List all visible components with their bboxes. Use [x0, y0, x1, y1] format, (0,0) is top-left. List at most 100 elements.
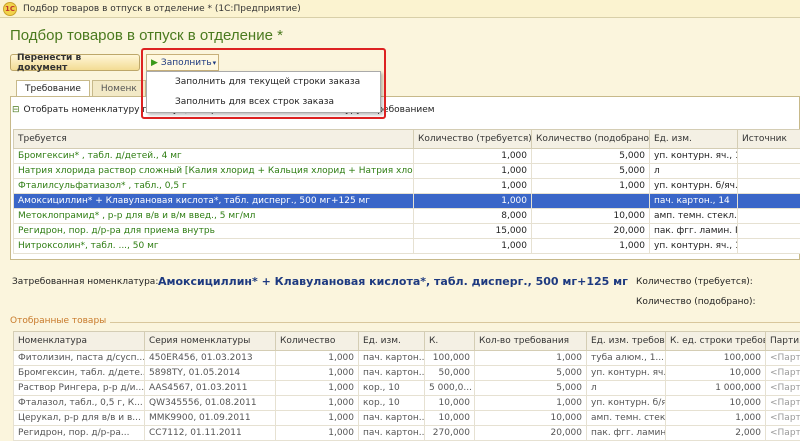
table-cell: л: [649, 163, 738, 179]
table-cell: [737, 238, 800, 254]
table-cell: Бромгексин* , табл. д/детей., 4 мг: [13, 148, 414, 164]
table-row[interactable]: Церукал, р-р для в/в и в... MMK9900, 01.0…: [13, 410, 800, 426]
table-cell: уп. контурн. яч., 10: [649, 238, 738, 254]
table-cell: 1,000: [275, 365, 359, 381]
table-cell: амп. темн. стекл., ...: [649, 208, 738, 224]
transfer-to-document-button[interactable]: Перенести в документ: [10, 53, 140, 73]
table-cell: 1,000: [413, 163, 532, 179]
table-cell: Церукал, р-р для в/в и в...: [13, 410, 145, 426]
table-cell: 1,000: [665, 410, 766, 426]
table-cell: AAS4567, 01.03.2011: [144, 380, 276, 396]
table-cell: кор., 10: [358, 380, 425, 396]
col-nomenclature[interactable]: Номенклатура: [13, 331, 145, 351]
table-row[interactable]: Бромгексин* , табл. д/детей., 4 мг 1,000 5…: [13, 148, 800, 164]
table-row[interactable]: Метоклопрамид* , р-р для в/в и в/м введ.…: [13, 208, 800, 224]
table-cell: 15,000: [413, 223, 532, 239]
table-row[interactable]: Регидрон, пор. д/р-ра для приема внутрь 1…: [13, 223, 800, 239]
table-cell: 10,000: [665, 395, 766, 411]
table-cell: 50,000: [424, 365, 475, 381]
col-k[interactable]: К.: [424, 331, 475, 351]
table-cell: 1,000: [413, 178, 532, 194]
requested-nomenclature-label: Затребованная номенклатура:: [12, 277, 159, 287]
table-cell: пач. картон...: [358, 350, 425, 366]
table-cell: 5,000: [531, 163, 650, 179]
table-cell: Нитроксолин*, табл. ..., 50 мг: [13, 238, 414, 254]
table-cell: 450ER456, 01.03.2013: [144, 350, 276, 366]
table-cell: уп. контурн. б/яч...: [586, 395, 666, 411]
table-cell: пач. картон., 14: [649, 193, 738, 209]
table-row[interactable]: Натрия хлорида раствор сложный [Калия хл…: [13, 163, 800, 179]
table-cell: 1,000: [474, 395, 587, 411]
tab-nomenclature[interactable]: Номенк: [91, 80, 146, 97]
table-cell: пач. картон...: [358, 410, 425, 426]
table-cell: CC7112, 01.11.2011: [144, 425, 276, 441]
table-cell: 1,000: [275, 395, 359, 411]
table-cell: <Партия...: [765, 395, 800, 411]
selected-goods-section-title: Отобранные товары: [10, 316, 107, 326]
table-row[interactable]: Раствор Рингера, р-р д/и... AAS4567, 01.0…: [13, 380, 800, 396]
table-cell: 1,000: [531, 238, 650, 254]
col-unit[interactable]: Ед. изм.: [649, 129, 738, 149]
app-logo-icon: 1С: [3, 1, 17, 16]
table-cell: пак. фгг. ламин...: [586, 425, 666, 441]
table-cell: пач. картон...: [358, 365, 425, 381]
table-cell: 5,000: [531, 148, 650, 164]
table-cell: 5898TY, 01.05.2014: [144, 365, 276, 381]
selected-goods-table: Номенклатура Серия номенклатуры Количест…: [13, 331, 800, 441]
table-cell: 10,000: [424, 395, 475, 411]
section-divider: [110, 322, 800, 323]
col-unit[interactable]: Ед. изм.: [358, 331, 425, 351]
table-cell: 5 000,0...: [424, 380, 475, 396]
table-cell: 100,000: [424, 350, 475, 366]
col-required[interactable]: Требуется: [13, 129, 414, 149]
table-cell: Метоклопрамид* , р-р для в/в и в/м введ.…: [13, 208, 414, 224]
table-row[interactable]: Фитолизин, паста д/сусп... 450ER456, 01.0…: [13, 350, 800, 366]
table-cell: <Партия...: [765, 410, 800, 426]
window-titlebar: 1С Подбор товаров в отпуск в отделение *…: [0, 0, 800, 18]
col-series[interactable]: Серия номенклатуры: [144, 331, 276, 351]
table-cell: 270,000: [424, 425, 475, 441]
table-cell: 10,000: [665, 365, 766, 381]
col-batch[interactable]: Партия: [765, 331, 800, 351]
table-cell: 1,000: [275, 380, 359, 396]
table-cell: [737, 148, 800, 164]
table-cell: 1,000: [275, 410, 359, 426]
col-qty-required[interactable]: Количество (требуется): [413, 129, 532, 149]
table-cell: Фитолизин, паста д/сусп...: [13, 350, 145, 366]
table-cell: 1,000: [531, 178, 650, 194]
table-row[interactable]: Фталилсульфатиазол* , табл., 0,5 г 1,000 1…: [13, 178, 800, 194]
table-cell: Раствор Рингера, р-р д/и...: [13, 380, 145, 396]
table-cell: пак. фгг. ламин. П...: [649, 223, 738, 239]
table-cell: [737, 223, 800, 239]
table-cell: амп. темн. стекл...: [586, 410, 666, 426]
col-req-qty[interactable]: Кол-во требования: [474, 331, 587, 351]
table-row[interactable]: Бромгексин, табл. д/дете... 5898TY, 01.05…: [13, 365, 800, 381]
col-source[interactable]: Источник: [737, 129, 800, 149]
table-cell: л: [586, 380, 666, 396]
table-cell: пач. картон...: [358, 425, 425, 441]
table-row[interactable]: Регидрон, пор. д/р-ра... CC7112, 01.11.20…: [13, 425, 800, 441]
table-row[interactable]: Нитроксолин*, табл. ..., 50 мг 1,000 1,000…: [13, 238, 800, 254]
table-cell: Бромгексин, табл. д/дете...: [13, 365, 145, 381]
col-req-unit[interactable]: Ед. изм. требова...: [586, 331, 666, 351]
table-cell: Регидрон, пор. д/р-ра...: [13, 425, 145, 441]
table-cell: <Партия...: [765, 425, 800, 441]
tab-requirement[interactable]: Требование: [16, 80, 90, 97]
filter-icon: ⊟: [12, 105, 20, 115]
table-cell: <Партия...: [765, 380, 800, 396]
col-k-line[interactable]: К. ед. строки требования: [665, 331, 766, 351]
col-qty-picked[interactable]: Количество (подобрано): [531, 129, 650, 149]
table-cell: QW345556, 01.08.2011: [144, 395, 276, 411]
table-cell: [737, 163, 800, 179]
table-cell: Амоксициллин* + Клавулановая кислота*, т…: [13, 193, 414, 209]
table-cell: <Партия...: [765, 365, 800, 381]
table-cell: <Партия...: [765, 350, 800, 366]
table-row[interactable]: Амоксициллин* + Клавулановая кислота*, т…: [13, 193, 800, 209]
table-row[interactable]: Фталазол, табл., 0,5 г, К... QW345556, 01…: [13, 395, 800, 411]
table-cell: туба алюм., 1...: [586, 350, 666, 366]
table-cell: [531, 193, 650, 209]
table-cell: [737, 193, 800, 209]
table-cell: уп. контурн. б/яч., ...: [649, 178, 738, 194]
qty-required-label: Количество (требуется):: [636, 277, 753, 287]
col-quantity[interactable]: Количество: [275, 331, 359, 351]
